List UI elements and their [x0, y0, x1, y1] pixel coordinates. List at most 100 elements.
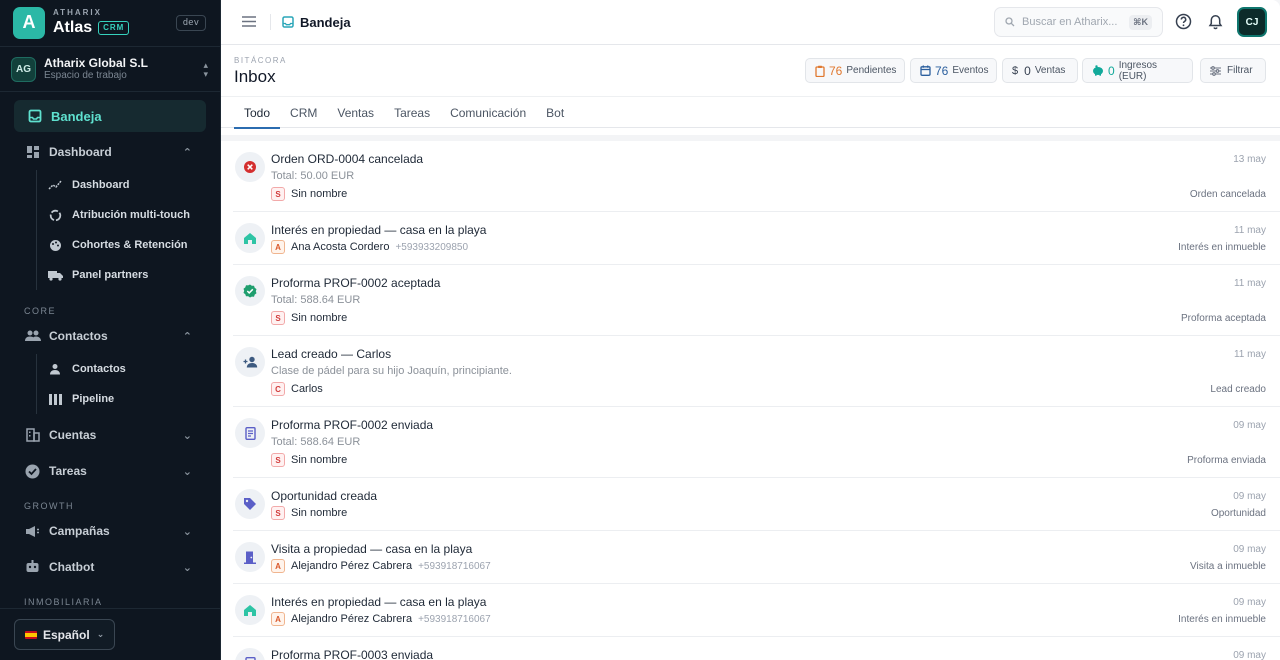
sidebar-item-contactos[interactable]: Contactos ⌃: [0, 318, 220, 354]
breadcrumb: Bandeja: [282, 15, 351, 30]
menu-icon[interactable]: [242, 14, 256, 31]
sidebar-item-chatbot[interactable]: Chatbot ⌄: [0, 549, 220, 585]
tab-comunicacion[interactable]: Comunicación: [440, 97, 536, 128]
document-icon: [235, 648, 265, 660]
feed-item[interactable]: Proforma PROF-0002 enviada Total: 588.64…: [233, 407, 1280, 478]
sidebar-item-campanas[interactable]: Campañas ⌄: [0, 513, 220, 549]
stat-value: 76: [829, 63, 843, 78]
chevron-down-icon: ⌄: [96, 629, 105, 639]
truck-icon: [47, 270, 63, 281]
inbox-icon: [282, 16, 294, 28]
feed-item[interactable]: Interés en propiedad — casa en la playa …: [233, 212, 1280, 265]
tab-bot[interactable]: Bot: [536, 97, 574, 128]
sidebar-item-dashboard[interactable]: Dashboard ⌃: [0, 134, 220, 170]
house-icon: [235, 595, 265, 625]
brand-logo[interactable]: A: [13, 6, 45, 39]
stat-pendientes[interactable]: 76 Pendientes: [805, 58, 905, 83]
cancel-icon: [235, 152, 265, 182]
chevron-down-icon: ⌄: [182, 561, 192, 574]
feed-item-contact[interactable]: S Sin nombre: [271, 187, 347, 201]
tab-todo[interactable]: Todo: [234, 97, 281, 129]
filter-button[interactable]: Filtrar: [1200, 58, 1266, 83]
feed-item-contact[interactable]: A Alejandro Pérez Cabrera +593918716067: [271, 612, 491, 626]
search-icon: [1005, 17, 1015, 27]
dollar-icon: $: [1012, 64, 1019, 77]
feed-item-date: 09 may: [1233, 420, 1266, 431]
stat-ventas[interactable]: $ 0 Ventas: [1002, 58, 1078, 83]
feed-item-type: Visita a inmueble: [1190, 561, 1266, 572]
stat-ingresos[interactable]: 0 Ingresos (EUR): [1082, 58, 1193, 83]
contact-name: Sin nombre: [291, 507, 348, 519]
feed-item-type: Interés en inmueble: [1178, 614, 1266, 625]
sidebar-subitem-cohortes[interactable]: Cohortes & Retención: [37, 230, 220, 260]
sidebar-item-label: Campañas: [49, 524, 110, 538]
sidebar-item-bandeja[interactable]: Bandeja: [14, 100, 206, 132]
piggy-bank-icon: [1092, 65, 1104, 76]
stat-value: 76: [935, 63, 949, 78]
breadcrumb-label: Bandeja: [300, 14, 351, 30]
feed-item-contact[interactable]: C Carlos: [271, 382, 323, 396]
stat-label: Ventas: [1034, 65, 1066, 76]
workspace-switcher[interactable]: AG Atharix Global S.L Espacio de trabajo…: [0, 46, 220, 92]
filter-label: Filtrar: [1227, 65, 1253, 76]
sidebar-item-cuentas[interactable]: Cuentas ⌄: [0, 417, 220, 453]
feed-item-title: Orden ORD-0004 cancelada: [271, 152, 424, 166]
language-select[interactable]: Español ⌄: [14, 619, 115, 650]
feed-item-contact[interactable]: S Sin nombre: [271, 311, 347, 325]
contact-phone: +593918716067: [418, 613, 491, 625]
contact-badge: S: [271, 453, 285, 467]
feed-item[interactable]: Oportunidad creada S Sin nombre 09 may Op…: [233, 478, 1280, 531]
feed-item[interactable]: Proforma PROF-0003 enviada 09 may: [233, 637, 1280, 660]
feed-item[interactable]: Interés en propiedad — casa en la playa …: [233, 584, 1280, 637]
topbar: Bandeja Buscar en Atharix... ⌘K CJ: [221, 0, 1280, 45]
feed-item-date: 09 may: [1233, 544, 1266, 555]
contact-badge: A: [271, 559, 285, 573]
feed-item[interactable]: Visita a propiedad — casa en la playa AA…: [233, 531, 1280, 584]
activity-feed: Orden ORD-0004 cancelada Total: 50.00 EU…: [221, 135, 1280, 660]
feed-item[interactable]: Orden ORD-0004 cancelada Total: 50.00 EU…: [233, 141, 1280, 212]
columns-icon: [47, 393, 63, 405]
sidebar-subitem-dashboard[interactable]: Dashboard: [37, 170, 220, 200]
user-avatar[interactable]: CJ: [1237, 7, 1267, 37]
feed-item[interactable]: Proforma PROF-0002 aceptada Total: 588.6…: [233, 265, 1280, 336]
donut-icon: [47, 209, 63, 222]
sidebar-subitem-partners[interactable]: Panel partners: [37, 260, 220, 290]
chevron-down-icon: ⌄: [182, 465, 192, 478]
help-icon[interactable]: [1175, 13, 1192, 30]
feed-item-type: Lead creado: [1210, 384, 1266, 395]
feed-item-subtitle: Clase de pádel para su hijo Joaquín, pri…: [271, 365, 512, 377]
search-placeholder: Buscar en Atharix...: [1022, 16, 1118, 28]
sidebar-subitem-pipeline[interactable]: Pipeline: [37, 384, 220, 414]
feed-item-date: 11 may: [1233, 225, 1266, 236]
sliders-icon: [1210, 65, 1221, 76]
sidebar-subitem-label: Cohortes & Retención: [72, 239, 188, 251]
tab-ventas[interactable]: Ventas: [327, 97, 384, 128]
feed-item-title: Lead creado — Carlos: [271, 347, 392, 361]
sidebar-subitem-atribucion[interactable]: Atribución multi-touch: [37, 200, 220, 230]
person-icon: [47, 363, 63, 375]
contactos-submenu: Contactos Pipeline: [36, 354, 220, 414]
section-label-growth: GROWTH: [24, 501, 74, 511]
feed-item-type: Proforma aceptada: [1180, 313, 1266, 324]
bell-icon[interactable]: [1208, 13, 1223, 30]
feed-item-contact[interactable]: S Sin nombre: [271, 453, 347, 467]
feed-item[interactable]: Lead creado — Carlos Clase de pádel para…: [233, 336, 1280, 407]
tab-crm[interactable]: CRM: [280, 97, 327, 128]
brand-badge: CRM: [98, 21, 130, 35]
person-add-icon: [235, 347, 265, 377]
sidebar-subitem-label: Contactos: [72, 363, 126, 375]
palette-icon: [47, 239, 63, 252]
feed-item-contact[interactable]: A Alejandro Pérez Cabrera +593918716067: [271, 559, 491, 573]
door-icon: [235, 542, 265, 572]
stat-eventos[interactable]: 76 Eventos: [910, 58, 997, 83]
stat-value: 0: [1108, 63, 1115, 78]
feed-item-contact[interactable]: S Sin nombre: [271, 506, 347, 520]
check-circle-icon: [24, 464, 41, 479]
sidebar-subitem-contactos[interactable]: Contactos: [37, 354, 220, 384]
building-icon: [24, 428, 41, 442]
feed-item-subtitle: Total: 588.64 EUR: [271, 294, 361, 306]
tab-tareas[interactable]: Tareas: [384, 97, 440, 128]
search-input[interactable]: Buscar en Atharix... ⌘K: [994, 7, 1163, 37]
sidebar-item-tareas[interactable]: Tareas ⌄: [0, 453, 220, 489]
feed-item-contact[interactable]: A Ana Acosta Cordero +593933209850: [271, 240, 468, 254]
